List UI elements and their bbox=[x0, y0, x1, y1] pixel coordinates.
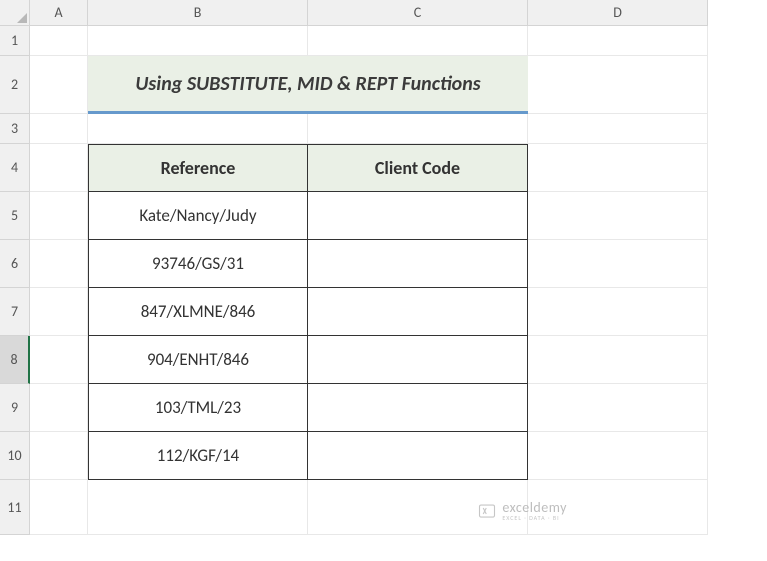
col-header-d[interactable]: D bbox=[528, 0, 708, 26]
cell-a11[interactable] bbox=[30, 480, 88, 535]
row-header-11[interactable]: 11 bbox=[0, 480, 30, 535]
cell-d6[interactable] bbox=[528, 240, 708, 288]
watermark-sub: EXCEL · DATA · BI bbox=[502, 515, 567, 521]
row-header-6[interactable]: 6 bbox=[0, 240, 30, 288]
table-row[interactable]: 93746/GS/31 bbox=[88, 240, 308, 288]
row-header-8[interactable]: 8 bbox=[0, 336, 30, 384]
watermark-text: exceldemy EXCEL · DATA · BI bbox=[502, 501, 567, 521]
cell-a10[interactable] bbox=[30, 432, 88, 480]
watermark-main: exceldemy bbox=[502, 501, 567, 515]
cell-a6[interactable] bbox=[30, 240, 88, 288]
cell-b3[interactable] bbox=[88, 114, 308, 144]
table-row[interactable] bbox=[308, 192, 528, 240]
cell-c1[interactable] bbox=[308, 26, 528, 56]
table-row[interactable]: 112/KGF/14 bbox=[88, 432, 308, 480]
cell-a2[interactable] bbox=[30, 56, 88, 114]
col-header-b[interactable]: B bbox=[88, 0, 308, 26]
cell-a7[interactable] bbox=[30, 288, 88, 336]
table-row[interactable] bbox=[308, 240, 528, 288]
row-header-5[interactable]: 5 bbox=[0, 192, 30, 240]
row-header-7[interactable]: 7 bbox=[0, 288, 30, 336]
cell-a1[interactable] bbox=[30, 26, 88, 56]
cell-d2[interactable] bbox=[528, 56, 708, 114]
table-row[interactable]: 904/ENHT/846 bbox=[88, 336, 308, 384]
cell-a5[interactable] bbox=[30, 192, 88, 240]
cell-d4[interactable] bbox=[528, 144, 708, 192]
cell-d1[interactable] bbox=[528, 26, 708, 56]
spreadsheet-grid: A B C D 1 2 Using SUBSTITUTE, MID & REPT… bbox=[0, 0, 767, 535]
cell-a3[interactable] bbox=[30, 114, 88, 144]
table-row[interactable]: 103/TML/23 bbox=[88, 384, 308, 432]
table-header-reference[interactable]: Reference bbox=[88, 144, 308, 192]
col-header-a[interactable]: A bbox=[30, 0, 88, 26]
cell-c3[interactable] bbox=[308, 114, 528, 144]
cell-a4[interactable] bbox=[30, 144, 88, 192]
cell-b1[interactable] bbox=[88, 26, 308, 56]
select-all-corner[interactable] bbox=[0, 0, 30, 26]
cell-d8[interactable] bbox=[528, 336, 708, 384]
table-header-clientcode[interactable]: Client Code bbox=[308, 144, 528, 192]
row-header-2[interactable]: 2 bbox=[0, 56, 30, 114]
row-header-3[interactable]: 3 bbox=[0, 114, 30, 144]
cell-d10[interactable] bbox=[528, 432, 708, 480]
cell-d9[interactable] bbox=[528, 384, 708, 432]
row-header-1[interactable]: 1 bbox=[0, 26, 30, 56]
table-row[interactable] bbox=[308, 384, 528, 432]
table-row[interactable] bbox=[308, 432, 528, 480]
table-row[interactable]: Kate/Nancy/Judy bbox=[88, 192, 308, 240]
row-header-10[interactable]: 10 bbox=[0, 432, 30, 480]
cell-a9[interactable] bbox=[30, 384, 88, 432]
cell-a8[interactable] bbox=[30, 336, 88, 384]
cell-b11[interactable] bbox=[88, 480, 308, 535]
row-header-4[interactable]: 4 bbox=[0, 144, 30, 192]
table-row[interactable]: 847/XLMNE/846 bbox=[88, 288, 308, 336]
watermark: exceldemy EXCEL · DATA · BI bbox=[478, 501, 567, 521]
table-row[interactable] bbox=[308, 288, 528, 336]
table-row[interactable] bbox=[308, 336, 528, 384]
row-header-9[interactable]: 9 bbox=[0, 384, 30, 432]
col-header-c[interactable]: C bbox=[308, 0, 528, 26]
title-cell[interactable]: Using SUBSTITUTE, MID & REPT Functions bbox=[88, 56, 528, 114]
cell-d7[interactable] bbox=[528, 288, 708, 336]
excel-icon bbox=[478, 502, 496, 520]
cell-d5[interactable] bbox=[528, 192, 708, 240]
cell-d3[interactable] bbox=[528, 114, 708, 144]
